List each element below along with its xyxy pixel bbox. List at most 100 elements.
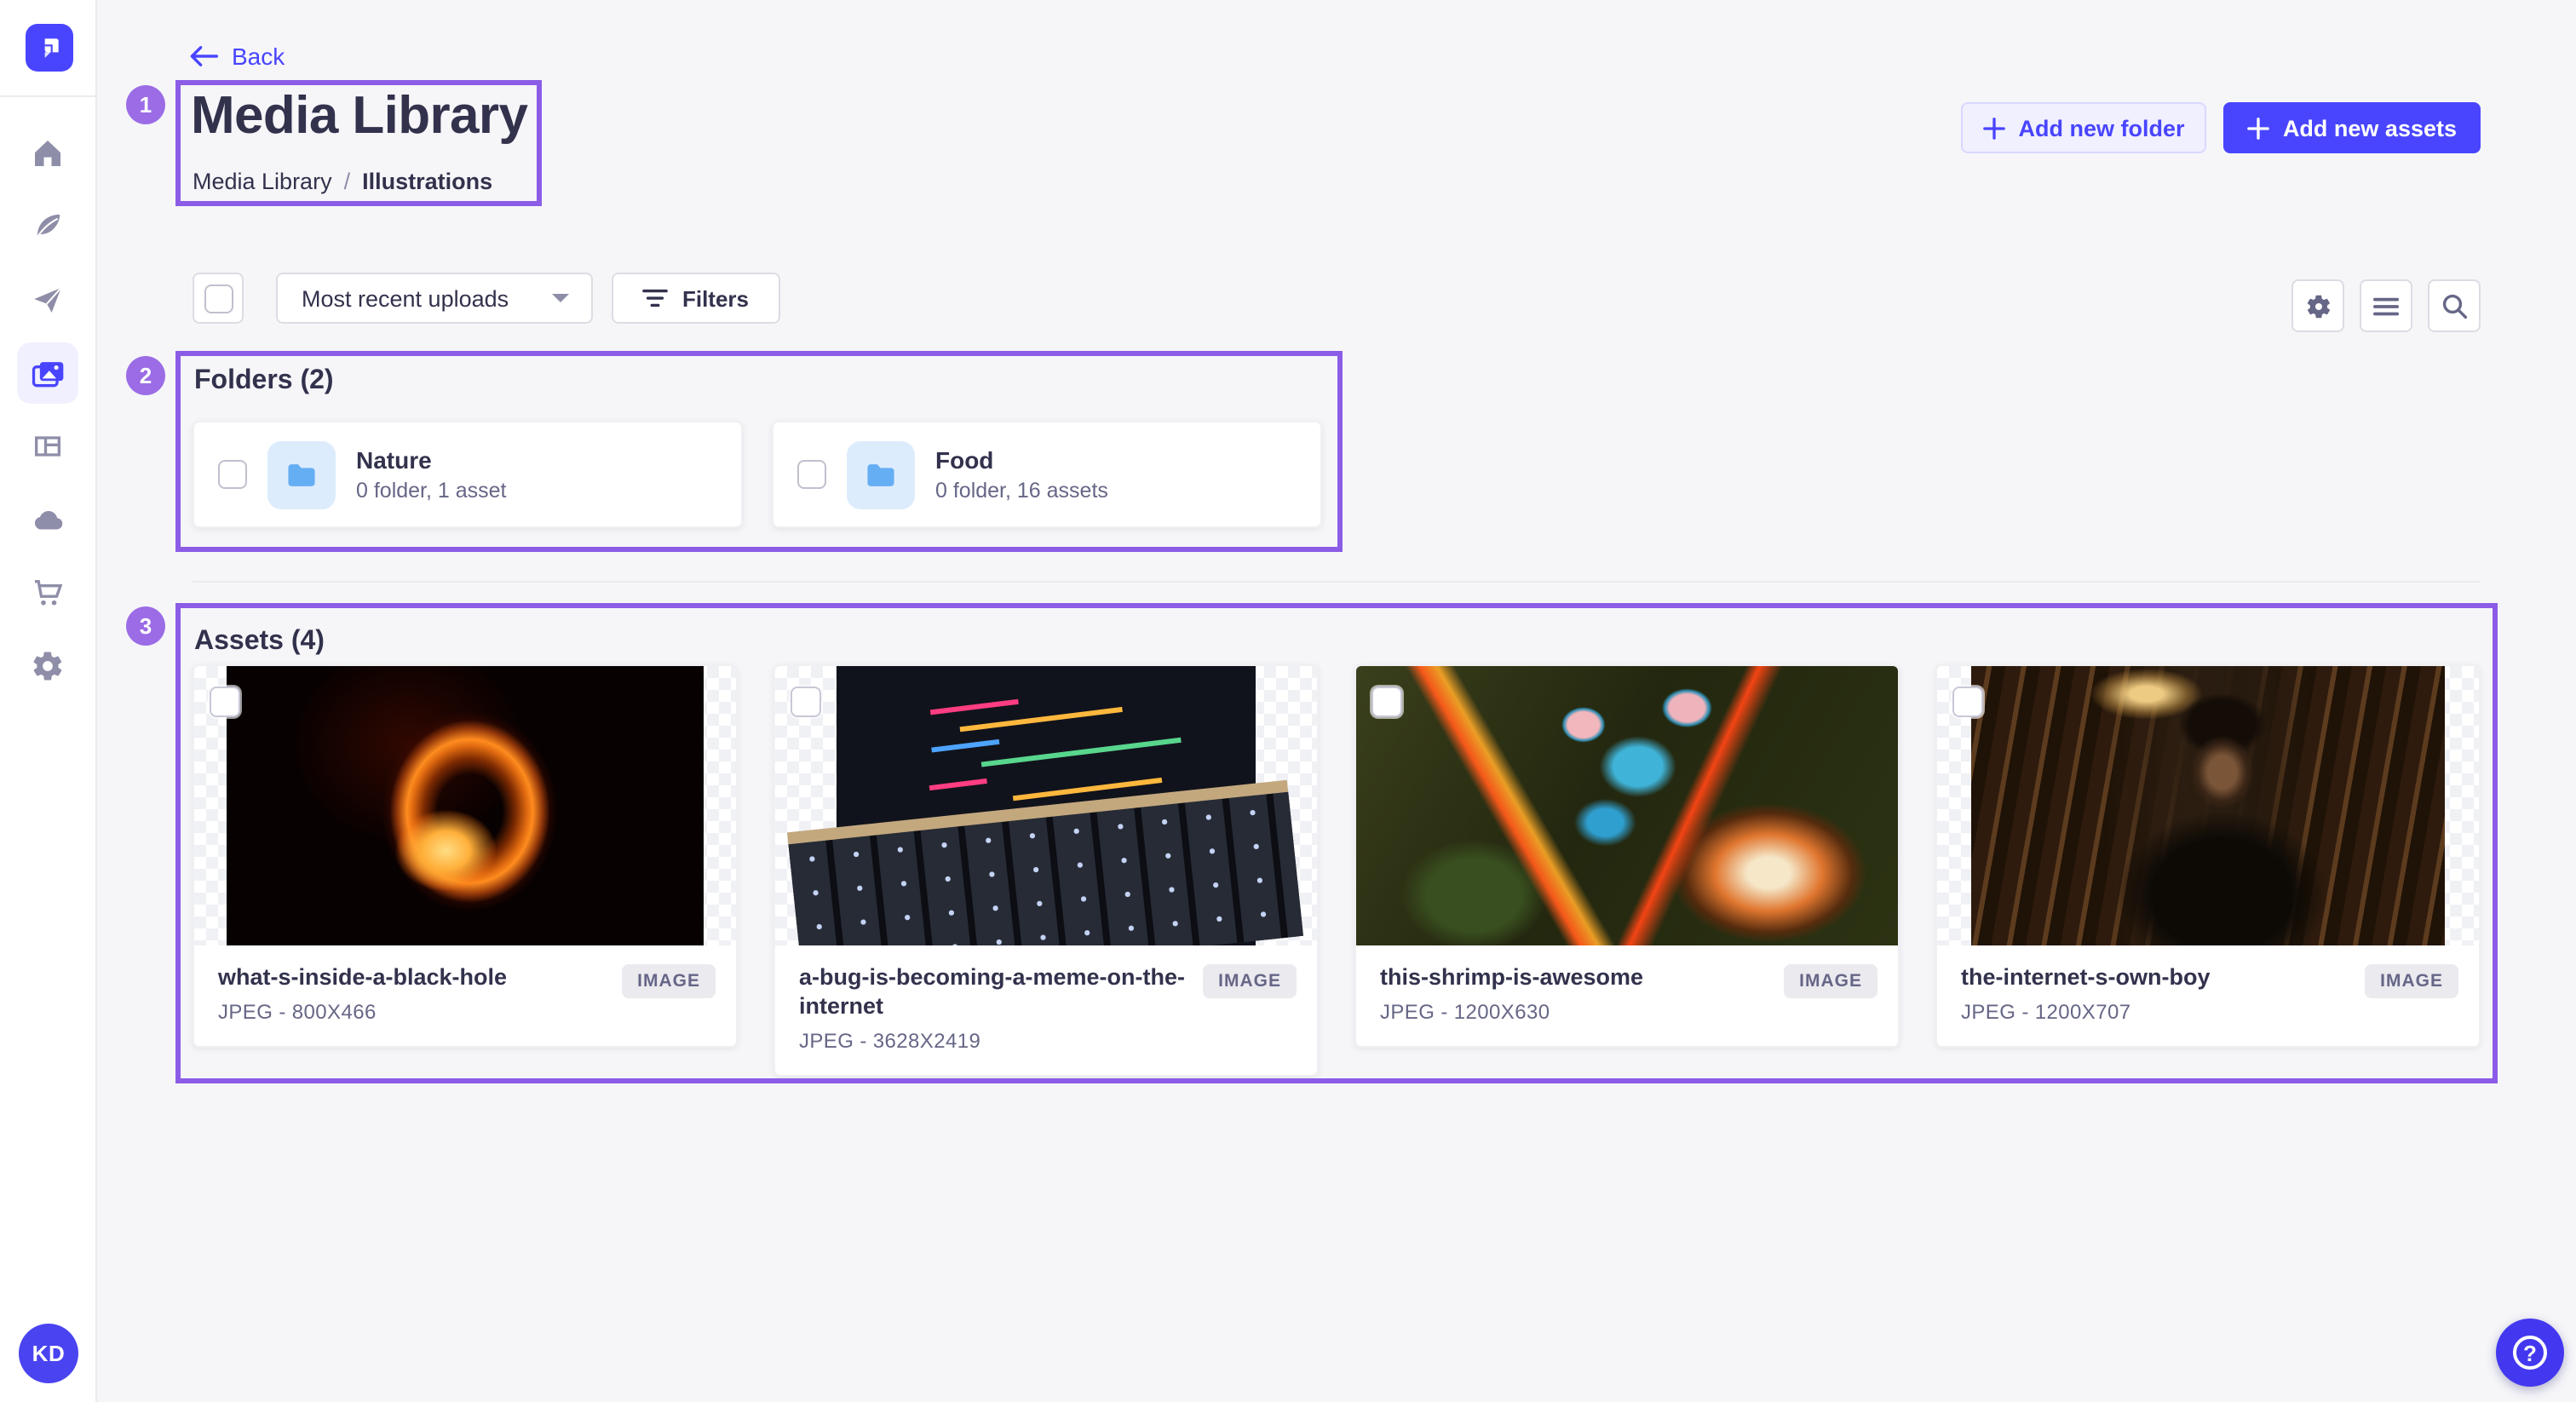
folder-card-food[interactable]: Food 0 folder, 16 assets xyxy=(772,421,1322,528)
sidebar-item-settings[interactable] xyxy=(17,635,78,697)
asset-checkbox[interactable] xyxy=(1952,687,1983,717)
breadcrumb-separator: / xyxy=(344,169,351,194)
breadcrumb-current: Illustrations xyxy=(362,169,492,194)
select-all-checkbox-button[interactable] xyxy=(193,273,244,324)
folder-info: Nature 0 folder, 1 asset xyxy=(356,446,507,503)
list-view-button[interactable] xyxy=(2360,279,2412,332)
asset-photo-shrimp xyxy=(1356,666,1898,945)
annotation-number: 3 xyxy=(140,613,152,639)
folder-info: Food 0 folder, 16 assets xyxy=(935,446,1108,503)
search-button[interactable] xyxy=(2428,279,2481,332)
cart-icon xyxy=(31,576,65,610)
asset-card[interactable]: what-s-inside-a-black-hole JPEG - 800X46… xyxy=(193,664,738,1048)
asset-caption: a-bug-is-becoming-a-meme-on-the-internet… xyxy=(775,945,1317,1075)
add-new-folder-label: Add new folder xyxy=(2019,115,2185,141)
asset-type-badge: IMAGE xyxy=(622,964,716,998)
asset-name: a-bug-is-becoming-a-meme-on-the-internet xyxy=(799,964,1186,1022)
configure-view-button[interactable] xyxy=(2291,279,2344,332)
question-icon: ? xyxy=(2513,1336,2547,1370)
asset-name: the-internet-s-own-boy xyxy=(1961,964,2348,993)
asset-photo-library xyxy=(1971,666,2445,945)
strapi-logo-icon xyxy=(36,34,63,61)
list-icon xyxy=(2373,296,2399,316)
cloud-icon xyxy=(30,502,66,537)
paper-plane-icon xyxy=(31,283,65,317)
annotation-badge-3: 3 xyxy=(126,606,165,646)
filter-icon xyxy=(643,288,669,308)
folder-checkbox[interactable] xyxy=(218,460,247,489)
plus-icon xyxy=(1983,117,2005,139)
asset-photo-laptop-code xyxy=(837,666,1256,945)
folder-checkbox[interactable] xyxy=(797,460,826,489)
select-all-checkbox[interactable] xyxy=(204,284,233,313)
folder-tile xyxy=(267,440,336,509)
sidebar-item-media-library[interactable] xyxy=(17,342,78,404)
folders-heading: Folders (2) xyxy=(194,366,334,397)
filters-button[interactable]: Filters xyxy=(612,273,780,324)
sort-dropdown[interactable]: Most recent uploads xyxy=(276,273,593,324)
folder-name: Food xyxy=(935,446,1108,474)
asset-thumbnail xyxy=(194,666,736,945)
asset-thumbnail xyxy=(1356,666,1898,945)
page-title: Media Library xyxy=(191,85,527,147)
back-arrow-icon xyxy=(189,44,218,68)
sidebar-item-cloud[interactable] xyxy=(17,489,78,550)
back-label: Back xyxy=(232,43,285,70)
folder-meta: 0 folder, 1 asset xyxy=(356,479,507,503)
asset-type-badge: IMAGE xyxy=(2365,964,2458,998)
sidebar-item-content-builder[interactable] xyxy=(17,196,78,257)
layout-icon xyxy=(31,429,65,463)
add-new-assets-label: Add new assets xyxy=(2283,115,2457,141)
asset-photo-black-hole xyxy=(227,666,704,945)
sort-value: Most recent uploads xyxy=(302,285,509,311)
avatar[interactable]: KD xyxy=(19,1324,78,1383)
asset-meta: JPEG - 1200X707 xyxy=(1961,1000,2348,1024)
sidebar-item-content-manager[interactable] xyxy=(17,416,78,477)
avatar-initials: KD xyxy=(32,1341,66,1366)
annotation-number: 2 xyxy=(140,363,152,388)
annotation-badge-2: 2 xyxy=(126,356,165,395)
asset-caption: what-s-inside-a-black-hole JPEG - 800X46… xyxy=(194,945,736,1046)
asset-checkbox[interactable] xyxy=(210,687,240,717)
asset-meta: JPEG - 1200X630 xyxy=(1380,1000,1767,1024)
asset-meta: JPEG - 3628X2419 xyxy=(799,1029,1186,1053)
sidebar-item-marketplace[interactable] xyxy=(17,562,78,623)
asset-name: this-shrimp-is-awesome xyxy=(1380,964,1767,993)
add-new-folder-button[interactable]: Add new folder xyxy=(1961,102,2206,153)
folder-meta: 0 folder, 16 assets xyxy=(935,479,1108,503)
asset-caption: this-shrimp-is-awesome JPEG - 1200X630 I… xyxy=(1356,945,1898,1046)
home-icon xyxy=(31,136,65,170)
asset-card[interactable]: this-shrimp-is-awesome JPEG - 1200X630 I… xyxy=(1354,664,1900,1048)
asset-card[interactable]: a-bug-is-becoming-a-meme-on-the-internet… xyxy=(773,664,1319,1077)
plus-icon xyxy=(2247,117,2269,139)
strapi-logo[interactable] xyxy=(26,24,73,72)
asset-thumbnail xyxy=(1937,666,2479,945)
assets-heading: Assets (4) xyxy=(194,627,325,658)
asset-meta: JPEG - 800X466 xyxy=(218,1000,605,1024)
folder-icon xyxy=(283,456,320,493)
chevron-down-icon xyxy=(550,291,571,305)
media-library-icon xyxy=(29,354,66,392)
asset-checkbox[interactable] xyxy=(1371,687,1402,717)
sidebar-item-home[interactable] xyxy=(17,123,78,184)
page: KD Back 1 Media Library Media Library / … xyxy=(0,0,2576,1402)
add-new-assets-button[interactable]: Add new assets xyxy=(2223,102,2481,153)
asset-caption: the-internet-s-own-boy JPEG - 1200X707 I… xyxy=(1937,945,2479,1046)
sidebar-item-releases[interactable] xyxy=(17,269,78,330)
back-link[interactable]: Back xyxy=(189,43,285,70)
asset-checkbox[interactable] xyxy=(791,687,821,717)
annotation-number: 1 xyxy=(140,92,152,118)
folder-name: Nature xyxy=(356,446,507,474)
gear-icon xyxy=(31,649,65,683)
sidebar: KD xyxy=(0,0,97,1402)
asset-card[interactable]: the-internet-s-own-boy JPEG - 1200X707 I… xyxy=(1935,664,2481,1048)
search-icon xyxy=(2441,292,2468,319)
asset-thumbnail xyxy=(775,666,1317,945)
filters-label: Filters xyxy=(682,285,749,311)
help-button[interactable]: ? xyxy=(2496,1319,2564,1387)
breadcrumb-root[interactable]: Media Library xyxy=(193,169,332,194)
folder-icon xyxy=(862,456,900,493)
annotation-badge-1: 1 xyxy=(126,85,165,124)
folder-card-nature[interactable]: Nature 0 folder, 1 asset xyxy=(193,421,743,528)
folder-tile xyxy=(847,440,915,509)
